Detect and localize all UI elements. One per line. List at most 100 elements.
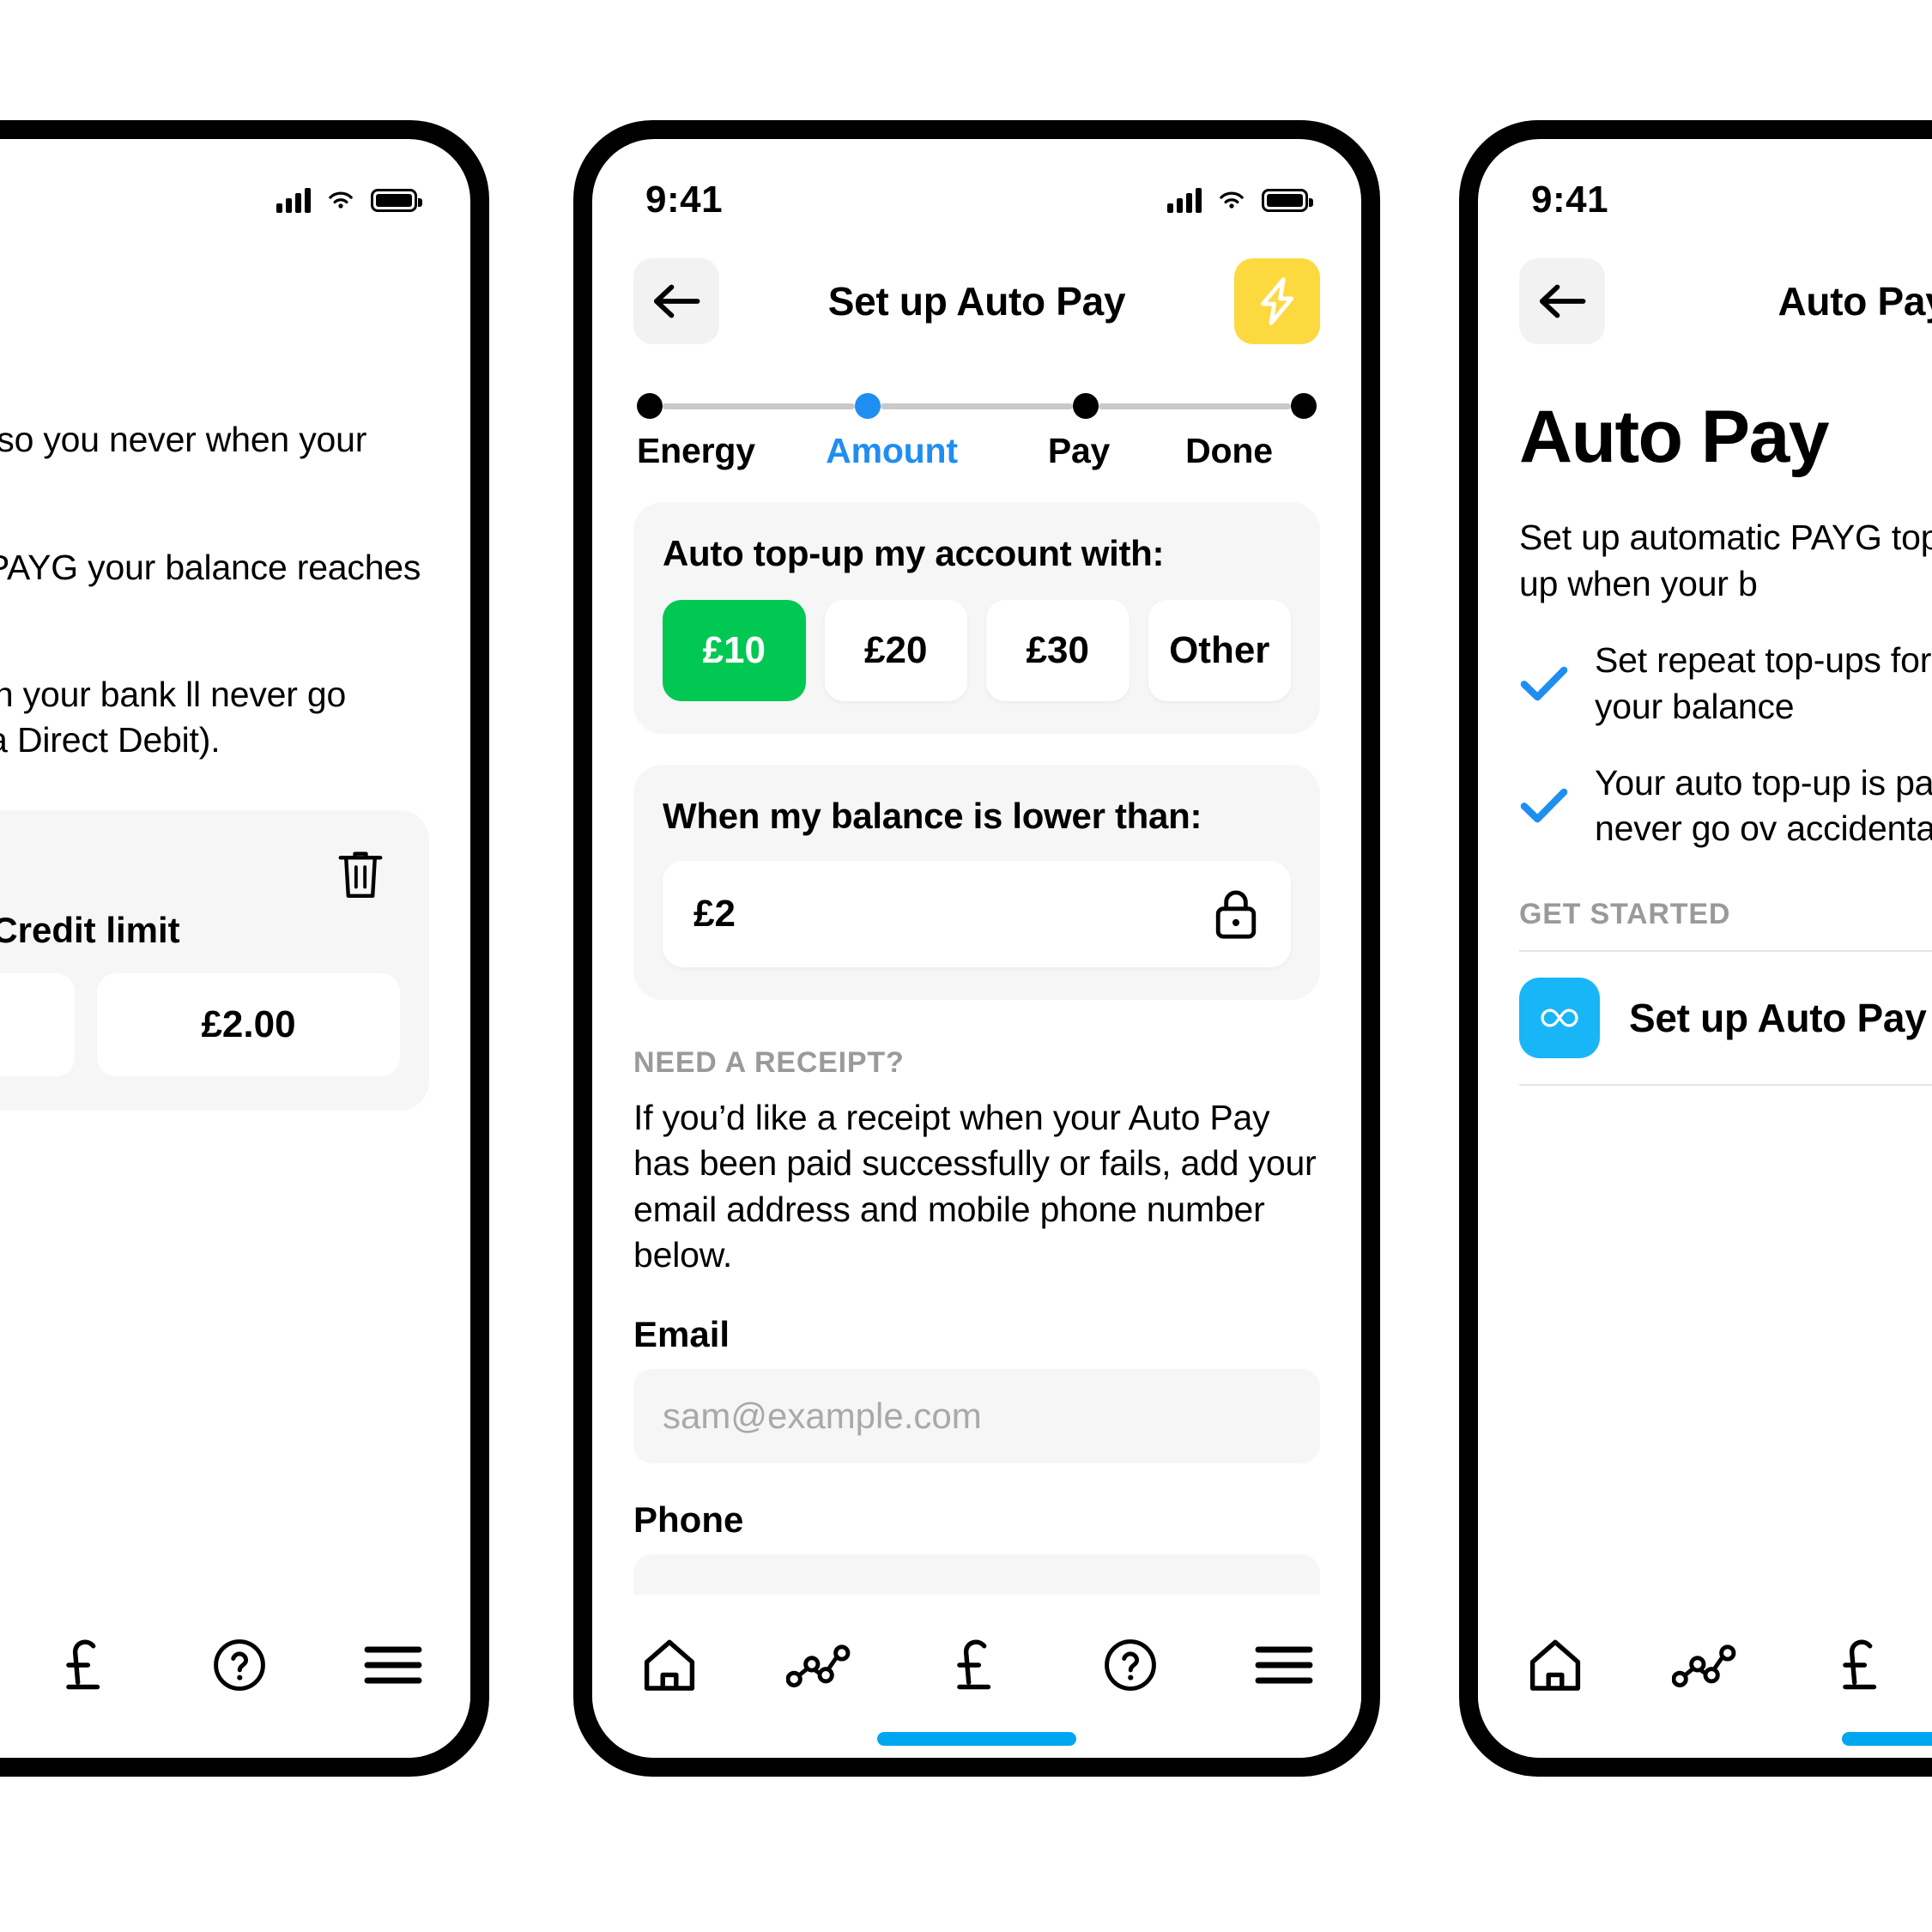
home-icon: [644, 1639, 694, 1691]
step-dot-amount[interactable]: [855, 393, 881, 419]
phone-screen-right: 9:41 Auto Pay Auto Pay Set up automatic …: [1478, 139, 1932, 1758]
signal-bars-icon: [1167, 187, 1202, 213]
step-segment-1: [663, 403, 855, 409]
credit-limit-value[interactable]: £2.00: [97, 972, 400, 1076]
benefit-text-1: Set repeat top-ups for yo meter when you…: [1595, 640, 1932, 726]
amount-option-other[interactable]: Other: [1148, 600, 1291, 701]
step-dot-pay[interactable]: [1073, 393, 1099, 419]
step-dot-energy[interactable]: [637, 393, 663, 419]
tab-menu[interactable]: [317, 1642, 470, 1688]
battery-icon: [371, 188, 422, 212]
tab-help[interactable]: [1054, 1635, 1208, 1695]
stepper-labels: Energy Amount Pay Done: [637, 431, 1317, 471]
step-dot-done[interactable]: [1291, 393, 1317, 419]
right-content: Auto Pay Set up automatic PAYG top-u for…: [1478, 360, 1932, 1087]
delete-button[interactable]: [321, 836, 400, 915]
credit-limit-label: Credit limit: [0, 909, 180, 950]
balance-threshold-value: £2: [693, 893, 736, 935]
arrow-left-icon: [653, 284, 700, 318]
status-bar: 9:41: [592, 139, 1361, 232]
wifi-icon: [1220, 191, 1244, 209]
benefit-row-2: Your auto top-up is paid card, so you’ll…: [1519, 760, 1932, 852]
topup-amount-title: Auto top-up my account with:: [663, 533, 1165, 573]
credit-limit-field-partial[interactable]: [0, 972, 75, 1076]
tab-bar: [0, 1595, 470, 1758]
hamburger-icon: [364, 1646, 422, 1684]
pound-icon: [957, 1639, 991, 1690]
tab-payments[interactable]: [1785, 1634, 1932, 1696]
balance-threshold-field[interactable]: £2: [663, 861, 1291, 967]
status-bar: [0, 139, 470, 232]
tab-home[interactable]: [1478, 1635, 1632, 1695]
tab-bar: [1478, 1595, 1932, 1758]
phone-screen-left: Auto Pay c PAYG top-ups so you never whe…: [0, 139, 470, 1758]
left-content: c PAYG top-ups so you never when your ba…: [0, 360, 470, 1111]
phone-label: Phone: [633, 1499, 744, 1541]
phone-mockup-left: Auto Pay c PAYG top-ups so you never whe…: [0, 120, 489, 1777]
amount-option-10[interactable]: £10: [663, 600, 806, 701]
question-circle-icon: [214, 1639, 266, 1691]
wifi-icon: [329, 191, 353, 209]
arrow-left-icon: [1539, 284, 1586, 318]
email-field[interactable]: sam@example.com: [633, 1369, 1320, 1464]
tab-bar: [592, 1595, 1361, 1758]
energy-action-button[interactable]: [1234, 258, 1320, 344]
hamburger-icon: [1255, 1646, 1313, 1684]
battery-icon: [1262, 188, 1313, 212]
get-started-list: Set up Auto Pay: [1519, 950, 1932, 1087]
tab-menu[interactable]: [1208, 1642, 1361, 1688]
tab-usage[interactable]: [1632, 1638, 1785, 1692]
receipt-kicker: NEED A RECEIPT?: [633, 1046, 905, 1079]
status-indicators: [276, 187, 422, 213]
balance-threshold-title: When my balance is lower than:: [663, 796, 1202, 836]
tab-payments[interactable]: [899, 1634, 1053, 1696]
pound-icon: [1843, 1639, 1877, 1690]
step-segment-3: [1099, 403, 1291, 409]
get-started-kicker: GET STARTED: [1519, 898, 1731, 931]
intro-paragraph-2: op-ups for your PAYG your balance reache…: [0, 547, 421, 587]
topup-amount-card: Auto top-up my account with: £10 £20 £30…: [633, 502, 1320, 734]
check-icon: [1520, 788, 1568, 823]
status-indicators: [1167, 187, 1313, 213]
infinity-icon: [1541, 1008, 1578, 1027]
hero-title: Auto Pay: [1519, 396, 1830, 478]
balance-threshold-card: When my balance is lower than: £2: [633, 765, 1320, 1000]
phone-mockup-right: 9:41 Auto Pay Auto Pay Set up automatic …: [1459, 120, 1932, 1777]
amount-options: £10 £20 £30 Other: [663, 600, 1291, 701]
credit-limit-fields: £2.00: [0, 972, 400, 1076]
amount-option-30[interactable]: £30: [986, 600, 1130, 701]
stepper-track: [637, 393, 1317, 419]
intro-paragraph-3: op-up is paid with your bank ll never go…: [0, 675, 347, 760]
question-circle-icon: [1105, 1639, 1157, 1691]
progress-stepper: Energy Amount Pay Done: [592, 360, 1361, 471]
usage-graph-icon: [785, 1644, 851, 1687]
phone-mockup-middle: 9:41 Set up Auto Pay Energy Amount Pay D…: [573, 120, 1380, 1777]
list-item-label: Set up Auto Pay: [1629, 996, 1927, 1041]
nav-bar: Auto Pay: [1478, 232, 1932, 360]
intro-paragraph-1: c PAYG top-ups so you never when your ba…: [0, 420, 367, 459]
tab-home[interactable]: [592, 1635, 746, 1695]
home-indicator: [1842, 1732, 1932, 1746]
receipt-copy: If you’d like a receipt when your Auto P…: [633, 1098, 1317, 1275]
back-button[interactable]: [1519, 258, 1605, 344]
email-placeholder: sam@example.com: [663, 1396, 982, 1437]
lightning-bolt-icon: [1261, 277, 1294, 325]
tab-help[interactable]: [163, 1635, 317, 1695]
trash-icon: [338, 851, 383, 898]
back-button[interactable]: [633, 258, 719, 344]
phone-screen-middle: 9:41 Set up Auto Pay Energy Amount Pay D…: [592, 139, 1361, 1758]
step-label-amount: Amount: [826, 431, 958, 470]
pound-icon: [66, 1639, 100, 1690]
benefit-text-2: Your auto top-up is paid card, so you’ll…: [1595, 762, 1932, 849]
benefit-row-1: Set repeat top-ups for yo meter when you…: [1519, 638, 1932, 730]
credit-limit-card: Credit limit £2.00: [0, 809, 429, 1111]
amount-option-20[interactable]: £20: [824, 600, 967, 701]
home-indicator: [877, 1732, 1076, 1746]
tab-payments[interactable]: [9, 1634, 162, 1696]
list-item[interactable]: Set up Auto Pay: [1519, 952, 1932, 1087]
status-bar: 9:41: [1478, 139, 1932, 232]
signal-bars-icon: [276, 187, 311, 213]
email-label: Email: [633, 1314, 730, 1355]
infinity-tile: [1519, 978, 1600, 1059]
tab-usage[interactable]: [746, 1638, 899, 1692]
